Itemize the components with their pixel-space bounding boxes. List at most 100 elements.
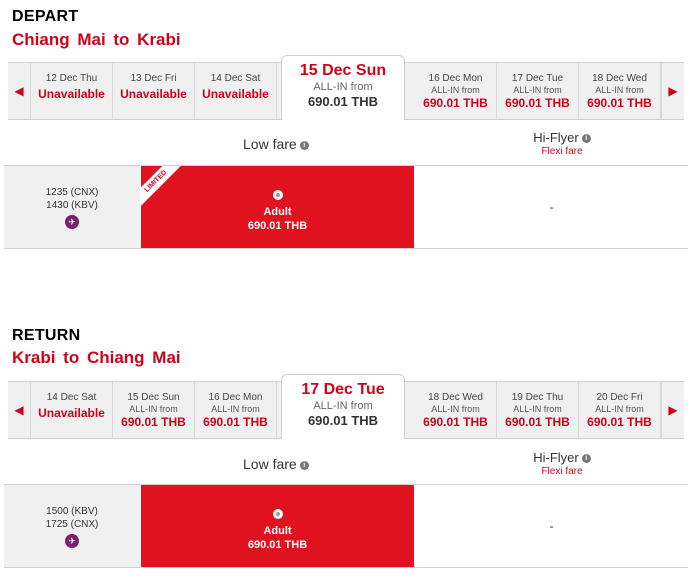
date-price: 690.01 THB	[307, 94, 379, 109]
date-label: 14 Dec Sat	[210, 73, 261, 84]
low-fare-header: Low fare i	[243, 136, 309, 152]
flight-times: 1500 (KBV) 1725 (CNX) ✈	[4, 485, 140, 567]
date-sub: ALL-IN from	[513, 404, 562, 414]
arrival-time: 1725 (CNX)	[45, 519, 99, 530]
fare-price: 690.01 THB	[247, 539, 308, 551]
fare-radio[interactable]	[272, 190, 283, 200]
flexi-fare-label: Flexi fare	[541, 146, 583, 157]
flight-times: 1235 (CNX) 1430 (KBV) ✈	[4, 166, 140, 248]
section-title: DEPART	[12, 8, 79, 25]
date-cell[interactable]: 17 Dec Tue ALL-IN from 690.01 THB	[497, 63, 579, 119]
date-label: 17 Dec Tue	[511, 73, 564, 84]
date-status: Unavailable	[38, 406, 105, 420]
departure-time: 1235 (CNX)	[45, 187, 99, 198]
low-fare-header: Low fare i	[243, 456, 309, 472]
date-price: 690.01 THB	[423, 96, 488, 110]
date-label: 20 Dec Fri	[596, 392, 643, 403]
date-cell[interactable]: 18 Dec Wed ALL-IN from 690.01 THB	[415, 382, 497, 438]
date-sub: ALL-IN from	[313, 81, 373, 93]
date-price: 690.01 THB	[423, 415, 488, 429]
date-price: 690.01 THB	[121, 415, 186, 429]
date-cell[interactable]: 15 Dec Sun ALL-IN from 690.01 THB	[113, 382, 195, 438]
date-cell-selected[interactable]: 17 Dec Tue ALL-IN from 690.01 THB	[281, 374, 405, 439]
section-title: RETURN	[12, 327, 81, 344]
route-title: Krabi to Chiang Mai	[12, 348, 181, 367]
flight-row: 1500 (KBV) 1725 (CNX) ✈ Adult 690.01 THB…	[4, 484, 688, 568]
low-fare-label: Low fare	[243, 456, 297, 472]
date-label: 17 Dec Tue	[301, 381, 385, 398]
date-sub: ALL-IN from	[431, 85, 480, 95]
date-cell[interactable]: 13 Dec Fri Unavailable	[113, 63, 195, 119]
date-price: 690.01 THB	[587, 96, 652, 110]
date-label: 18 Dec Wed	[428, 392, 483, 403]
date-sub: ALL-IN from	[595, 85, 644, 95]
info-icon[interactable]: i	[581, 134, 591, 144]
hi-flyer-header: Hi-Flyer i Flexi fare	[522, 130, 602, 157]
flexi-fare-label: Flexi fare	[541, 466, 583, 477]
date-label: 14 Dec Sat	[46, 392, 97, 403]
date-cell[interactable]: 16 Dec Mon ALL-IN from 690.01 THB	[195, 382, 277, 438]
date-cell[interactable]: 12 Dec Thu Unavailable	[31, 63, 113, 119]
date-cell[interactable]: 19 Dec Thu ALL-IN from 690.01 THB	[497, 382, 579, 438]
date-price: 690.01 THB	[307, 413, 379, 428]
low-fare-option[interactable]: Adult 690.01 THB	[141, 485, 414, 567]
date-selector: ◀ 14 Dec Sat Unavailable 15 Dec Sun ALL-…	[8, 374, 684, 439]
date-status: Unavailable	[202, 87, 269, 101]
date-price: 690.01 THB	[505, 415, 570, 429]
hi-flyer-header: Hi-Flyer i Flexi fare	[522, 450, 602, 477]
date-cell[interactable]: 14 Dec Sat Unavailable	[195, 63, 277, 119]
fare-price: 690.01 THB	[247, 220, 308, 232]
hi-flyer-option: -	[549, 519, 554, 533]
date-cell-selected[interactable]: 15 Dec Sun ALL-IN from 690.01 THB	[281, 55, 405, 120]
date-status: Unavailable	[120, 87, 187, 101]
date-sub: ALL-IN from	[129, 404, 178, 414]
date-price: 690.01 THB	[587, 415, 652, 429]
prev-arrow-icon[interactable]: ◀	[8, 63, 31, 119]
date-status: Unavailable	[38, 87, 105, 101]
hi-flyer-label: Hi-Flyer	[533, 450, 579, 465]
fare-passenger-label: Adult	[263, 525, 292, 537]
info-icon[interactable]: i	[581, 454, 591, 464]
departure-time: 1500 (KBV)	[46, 506, 98, 517]
hi-flyer-label: Hi-Flyer	[533, 130, 579, 145]
route-title: Chiang Mai to Krabi	[12, 30, 181, 49]
prev-arrow-icon[interactable]: ◀	[8, 382, 31, 438]
info-icon[interactable]: i	[299, 140, 309, 150]
return-section: RETURN Krabi to Chiang Mai ◀ 14 Dec Sat …	[0, 320, 699, 580]
date-sub: ALL-IN from	[313, 400, 373, 412]
date-cell[interactable]: 20 Dec Fri ALL-IN from 690.01 THB	[579, 382, 661, 438]
fare-header: Low fare i Hi-Flyer i Flexi fare	[8, 118, 688, 166]
date-selector: ◀ 12 Dec Thu Unavailable 13 Dec Fri Unav…	[8, 55, 684, 120]
date-label: 18 Dec Wed	[592, 73, 647, 84]
date-label: 12 Dec Thu	[45, 73, 98, 84]
date-sub: ALL-IN from	[595, 404, 644, 414]
fare-header: Low fare i Hi-Flyer i Flexi fare	[8, 438, 688, 486]
date-label: 16 Dec Mon	[208, 392, 263, 403]
date-price: 690.01 THB	[505, 96, 570, 110]
date-cell[interactable]: 14 Dec Sat Unavailable	[31, 382, 113, 438]
next-arrow-icon[interactable]: ▶	[661, 382, 684, 438]
date-sub: ALL-IN from	[211, 404, 260, 414]
fare-radio[interactable]	[272, 509, 283, 519]
date-label: 15 Dec Sun	[299, 62, 387, 79]
plane-icon[interactable]: ✈	[65, 215, 79, 229]
date-sub: ALL-IN from	[513, 85, 562, 95]
low-fare-option[interactable]: LIMITED Adult 690.01 THB	[141, 166, 414, 248]
date-label: 16 Dec Mon	[428, 73, 483, 84]
date-sub: ALL-IN from	[431, 404, 480, 414]
depart-section: DEPART Chiang Mai to Krabi ◀ 12 Dec Thu …	[0, 0, 699, 260]
date-cell[interactable]: 18 Dec Wed ALL-IN from 690.01 THB	[579, 63, 661, 119]
limited-ribbon: LIMITED	[141, 166, 183, 209]
date-cell[interactable]: 16 Dec Mon ALL-IN from 690.01 THB	[415, 63, 497, 119]
date-price: 690.01 THB	[203, 415, 268, 429]
info-icon[interactable]: i	[299, 460, 309, 470]
next-arrow-icon[interactable]: ▶	[661, 63, 684, 119]
plane-icon[interactable]: ✈	[65, 534, 79, 548]
flight-row: 1235 (CNX) 1430 (KBV) ✈ LIMITED Adult 69…	[4, 165, 688, 249]
date-label: 19 Dec Thu	[511, 392, 564, 403]
date-label: 13 Dec Fri	[130, 73, 177, 84]
arrival-time: 1430 (KBV)	[46, 200, 98, 211]
low-fare-label: Low fare	[243, 136, 297, 152]
date-label: 15 Dec Sun	[127, 392, 180, 403]
fare-passenger-label: Adult	[263, 206, 292, 218]
